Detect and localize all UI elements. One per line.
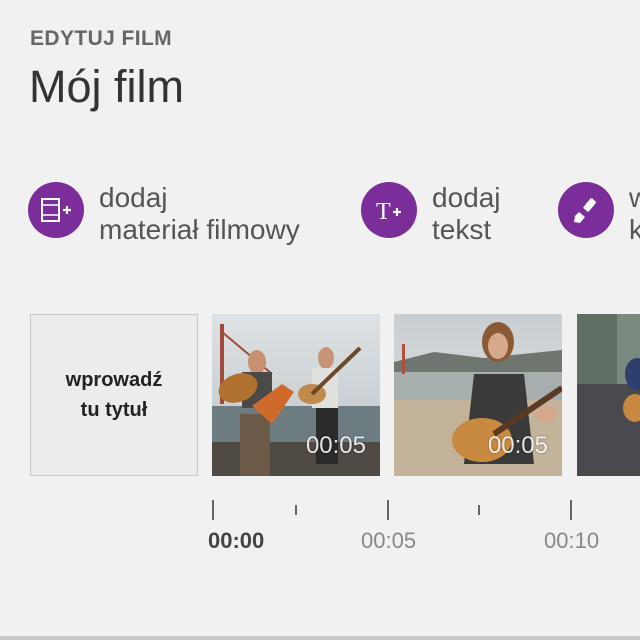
add-video-label-line2: materiał filmowy — [99, 214, 300, 245]
ruler-time-current: 00:00 — [208, 528, 265, 553]
ruler-tick-major — [212, 500, 214, 520]
theme-label: w k — [629, 182, 640, 246]
clip-duration: 00:05 — [487, 432, 548, 459]
svg-text:T: T — [376, 199, 391, 225]
ruler-tick-major — [387, 500, 389, 520]
title-card-text: wprowadź tu tytuł — [66, 365, 163, 425]
clip-duration: 00:05 — [305, 432, 366, 459]
ruler-tick-minor — [478, 505, 480, 515]
page-overline: EDYTUJ FILM — [30, 27, 173, 50]
add-video-label-line1: dodaj — [99, 182, 168, 213]
ruler-tick-major — [570, 500, 572, 520]
add-text-label-line2: tekst — [432, 214, 492, 245]
bottom-divider — [0, 636, 640, 640]
ruler-time-label: 00:10 — [544, 528, 600, 553]
text-add-icon: T — [361, 182, 417, 238]
clip-image — [577, 314, 640, 476]
video-clip-thumbnail[interactable]: 00:05 — [212, 314, 380, 476]
title-card-line2: tu tytuł — [80, 399, 148, 421]
page-title[interactable]: Mój film — [29, 62, 184, 112]
add-text-label-line1: dodaj — [432, 182, 501, 213]
theme-button[interactable]: w k — [558, 182, 640, 246]
title-card-line1: wprowadź — [65, 369, 163, 391]
theme-label-line2: k — [629, 214, 640, 245]
title-card[interactable]: wprowadź tu tytuł — [30, 314, 198, 476]
add-text-button[interactable]: T dodaj tekst — [361, 182, 501, 246]
brush-icon — [558, 182, 614, 238]
add-text-label: dodaj tekst — [432, 182, 501, 246]
add-video-button[interactable]: dodaj materiał filmowy — [28, 182, 300, 246]
ruler-time-label: 00:05 — [361, 528, 417, 553]
video-clip-thumbnail[interactable]: 00:05 — [394, 314, 562, 476]
video-clip-thumbnail[interactable] — [577, 314, 640, 476]
film-add-icon — [28, 182, 84, 238]
edit-movie-screen: EDYTUJ FILM Mój film dodaj materiał film… — [0, 0, 640, 640]
add-video-label: dodaj materiał filmowy — [99, 182, 300, 246]
ruler-tick-minor — [295, 505, 297, 515]
theme-label-line1: w — [629, 182, 640, 213]
